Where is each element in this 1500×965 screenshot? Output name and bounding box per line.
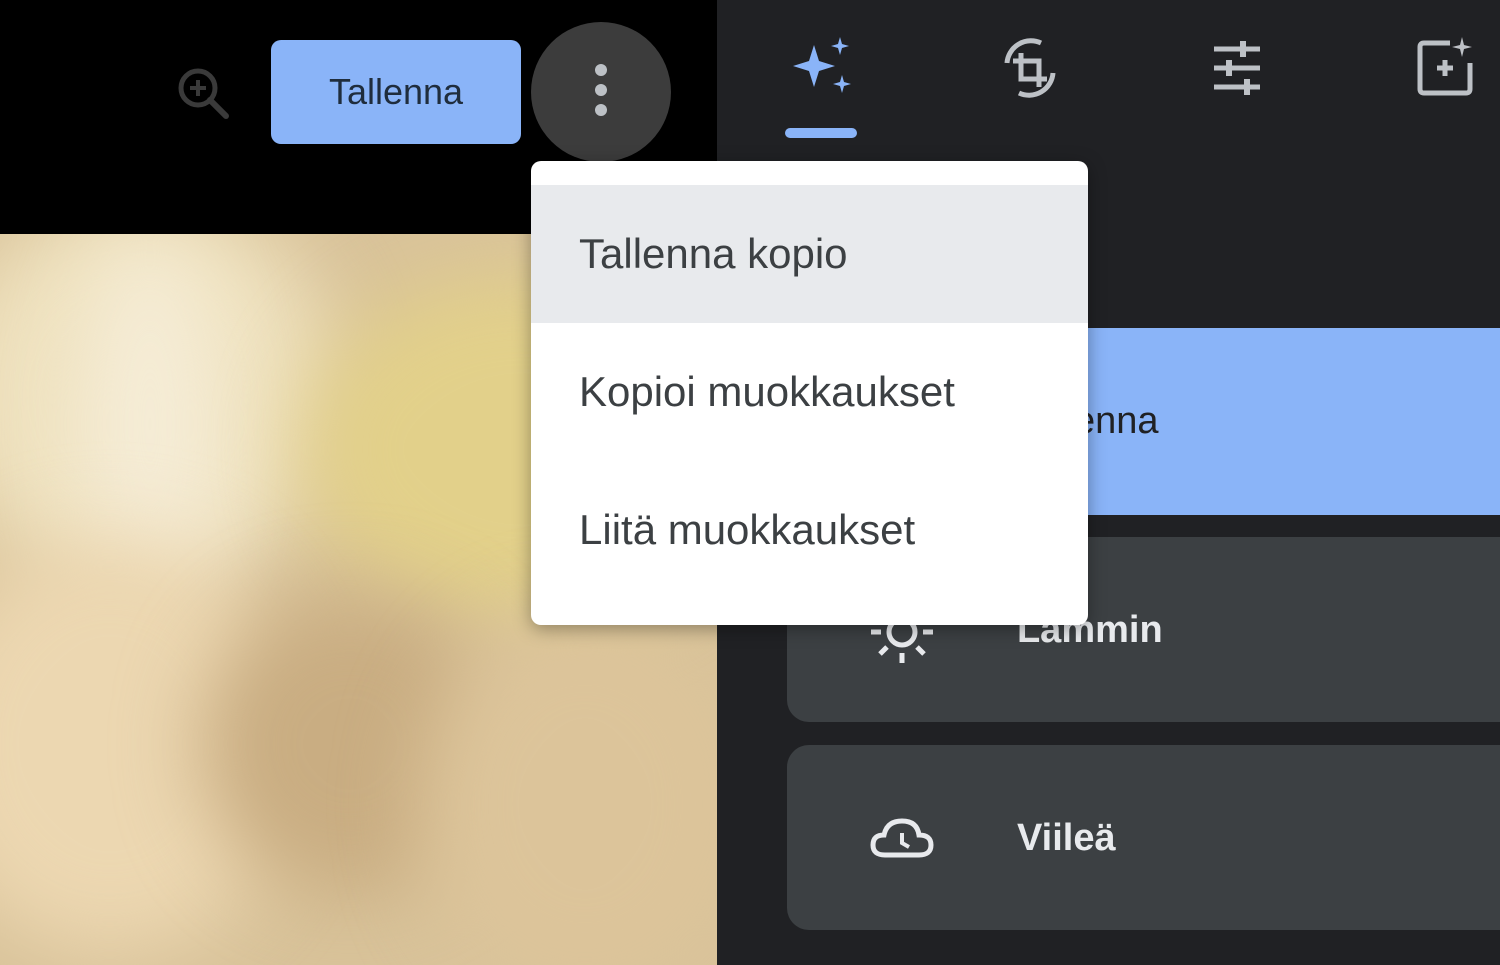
menu-item-copy-edits[interactable]: Kopioi muokkaukset xyxy=(531,323,1088,461)
filter-card-cool[interactable]: Viileä xyxy=(787,745,1500,930)
menu-item-save-copy[interactable]: Tallenna kopio xyxy=(531,185,1088,323)
zoom-in-icon[interactable] xyxy=(172,62,232,122)
filter-label: Viileä xyxy=(1017,817,1116,859)
crop-rotate-icon xyxy=(995,33,1065,108)
sliders-tune-icon xyxy=(1202,33,1272,108)
tab-filters[interactable] xyxy=(1405,30,1485,110)
more-vert-icon xyxy=(591,62,611,123)
add-photo-sparkle-icon xyxy=(1410,33,1480,108)
more-options-menu: Tallenna kopio Kopioi muokkaukset Liitä … xyxy=(531,161,1088,625)
cloud-icon xyxy=(867,803,937,873)
more-options-button[interactable] xyxy=(531,22,671,162)
tab-crop-rotate[interactable] xyxy=(990,30,1070,110)
tab-adjust[interactable] xyxy=(1197,30,1277,110)
tab-suggestions[interactable] xyxy=(781,30,861,110)
active-tab-indicator xyxy=(785,128,857,138)
menu-item-paste-edits[interactable]: Liitä muokkaukset xyxy=(531,461,1088,599)
save-button[interactable]: Tallenna xyxy=(271,40,521,144)
auto-fix-sparkle-icon xyxy=(786,33,856,108)
